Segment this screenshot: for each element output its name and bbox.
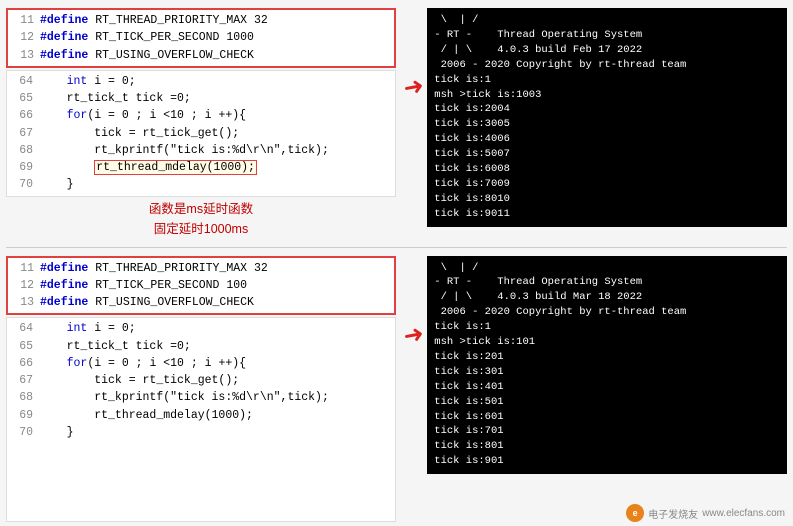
section1-terminal: \ | / - RT - Thread Operating System / |… — [427, 8, 787, 227]
section1-annotation-row: 函数是ms延时函数 固定延时1000ms — [6, 197, 396, 241]
section1-arrow-icon: ➜ — [401, 67, 427, 110]
section-divider — [6, 247, 787, 248]
code-line: 12#define RT_TICK_PER_SECOND 1000 — [12, 29, 390, 46]
watermark-text: 电子发烧友 — [648, 506, 698, 521]
section1-annotation: 函数是ms延时函数 固定延时1000ms — [6, 199, 396, 239]
main-container: 11#define RT_THREAD_PRIORITY_MAX 32 12#d… — [0, 0, 793, 526]
watermark-logo: e — [626, 504, 644, 522]
section1-arrow-container: ➜ — [404, 8, 423, 108]
section2-right: ➜ \ | / - RT - Thread Operating System /… — [404, 256, 787, 523]
section2-terminal: \ | / - RT - Thread Operating System / |… — [427, 256, 787, 475]
watermark-url: www.elecfans.com — [702, 508, 785, 519]
section1-define-box: 11#define RT_THREAD_PRIORITY_MAX 32 12#d… — [6, 8, 396, 68]
code-line: 13#define RT_USING_OVERFLOW_CHECK — [12, 47, 390, 64]
section2-define-box: 11#define RT_THREAD_PRIORITY_MAX 32 12#d… — [6, 256, 396, 316]
section1-right: ➜ \ | / - RT - Thread Operating System /… — [404, 8, 787, 241]
section2-arrow-container: ➜ — [404, 256, 423, 356]
section2-left: 11#define RT_THREAD_PRIORITY_MAX 32 12#d… — [6, 256, 396, 523]
watermark: e 电子发烧友 www.elecfans.com — [626, 504, 785, 522]
code-line: 11#define RT_THREAD_PRIORITY_MAX 32 — [12, 12, 390, 29]
section2-arrow-icon: ➜ — [401, 314, 427, 357]
section2-code-box: 64 int i = 0; 65 rt_tick_t tick =0; 66 f… — [6, 317, 396, 522]
section1-code-box: 64 int i = 0; 65 rt_tick_t tick =0; 66 f… — [6, 70, 396, 197]
section1-left: 11#define RT_THREAD_PRIORITY_MAX 32 12#d… — [6, 8, 396, 241]
